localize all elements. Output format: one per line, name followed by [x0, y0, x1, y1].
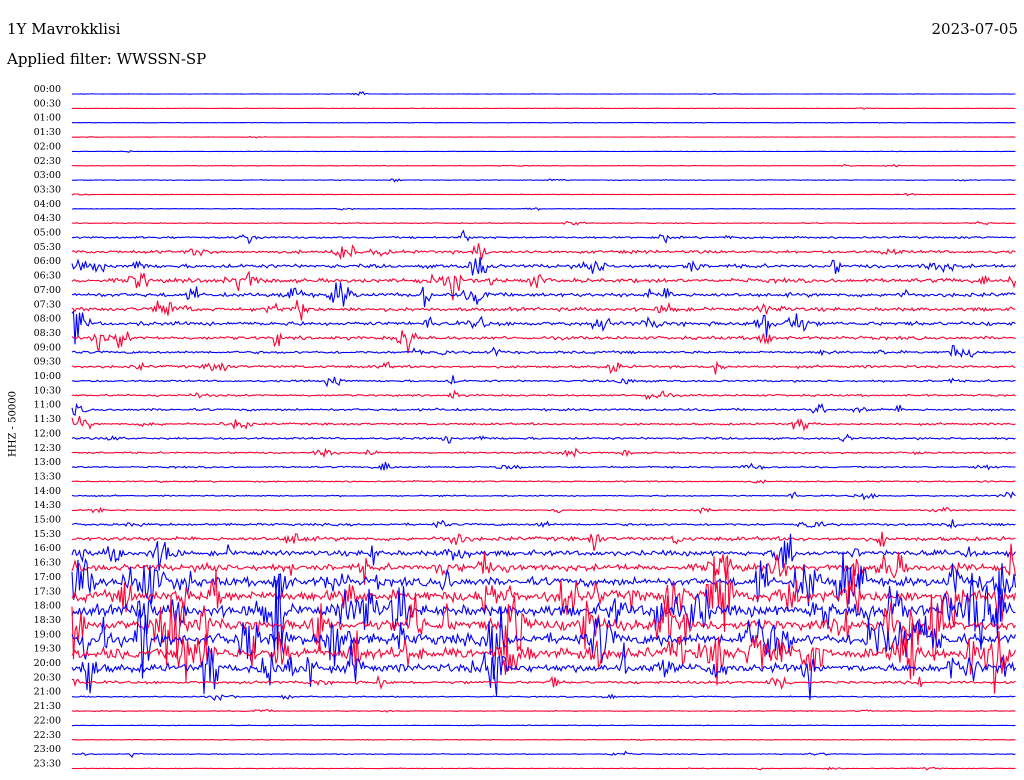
helicorder-plot: 00:00 00:30 01:00 01:30 02:00 02:30 03:00 03:30… [34, 84, 1017, 771]
row-time-label: 18:30 [34, 615, 61, 626]
row-time-label: 17:00 [34, 572, 61, 583]
row-time-label: 07:00 [34, 285, 61, 296]
row-time-label: 10:00 [34, 371, 61, 382]
row-time-label: 00:00 [34, 84, 61, 95]
trace-line [71, 639, 1016, 701]
row-time-label: 02:00 [34, 141, 61, 152]
row-time-label: 04:00 [34, 199, 61, 210]
trace-line [71, 506, 1016, 515]
trace-line [71, 121, 1016, 124]
trace-line [71, 192, 1016, 197]
trace-line [71, 551, 1017, 607]
row-time-label: 12:30 [34, 443, 61, 454]
row-time-label: 10:30 [34, 385, 61, 396]
row-time-label: 12:00 [34, 428, 61, 439]
row-time-label: 08:30 [34, 328, 61, 339]
row-time-label: 09:00 [34, 342, 61, 353]
row-time-label: 22:00 [34, 715, 61, 726]
trace-line [71, 375, 1016, 388]
trace-line [71, 90, 1016, 96]
trace-line [71, 766, 1016, 771]
row-time-label: 01:30 [34, 127, 61, 138]
row-time-label: 05:30 [34, 242, 61, 253]
row-time-label: 08:00 [34, 314, 61, 325]
row-time-label: 03:30 [34, 184, 61, 195]
trace-line [71, 389, 1016, 401]
row-time-label: 19:30 [34, 644, 61, 655]
row-time-label: 23:30 [34, 758, 61, 769]
row-time-label: 17:30 [34, 586, 61, 597]
trace-line [71, 724, 1016, 727]
trace-line [71, 330, 1016, 354]
trace-line [71, 178, 1016, 183]
trace-line [71, 519, 1016, 530]
trace-line [71, 433, 1016, 444]
trace-line [71, 207, 1016, 211]
trace-line [71, 344, 1016, 359]
row-time-label: 14:30 [34, 500, 61, 511]
trace-line [71, 257, 1016, 276]
row-time-label: 18:00 [34, 601, 61, 612]
trace-line [71, 360, 1016, 375]
trace-line [71, 491, 1016, 501]
row-time-label: 16:00 [34, 543, 61, 554]
row-time-label: 05:00 [34, 228, 61, 239]
trace-line [71, 693, 1016, 702]
row-time-label: 11:30 [34, 414, 61, 425]
row-time-label: 21:30 [34, 701, 61, 712]
trace-line [72, 750, 1016, 758]
trace-line [72, 149, 1016, 153]
trace-line [71, 402, 1016, 416]
trace-line [71, 461, 1016, 472]
trace-line [72, 107, 1016, 110]
row-time-label: 04:30 [34, 213, 61, 224]
row-time-label: 14:00 [34, 486, 61, 497]
trace-line [71, 543, 1017, 585]
row-time-label: 21:00 [34, 687, 61, 698]
trace-line [71, 243, 1016, 261]
trace-line [71, 135, 1016, 139]
trace-line [71, 709, 1016, 713]
row-time-label: 09:30 [34, 357, 61, 368]
row-time-label: 15:30 [34, 529, 61, 540]
row-time-label: 06:30 [34, 271, 61, 282]
row-time-label: 19:00 [34, 629, 61, 640]
row-time-label: 13:30 [34, 471, 61, 482]
row-time-label: 13:00 [34, 457, 61, 468]
trace-line [71, 738, 1016, 742]
trace-line [71, 229, 1016, 245]
trace-line [71, 447, 1016, 459]
row-time-label: 06:00 [34, 256, 61, 267]
trace-line [71, 163, 1016, 168]
row-time-label: 20:30 [34, 672, 61, 683]
trace-line [71, 531, 1016, 551]
trace-line [71, 415, 1016, 432]
trace-line [71, 479, 1016, 484]
row-time-label: 22:30 [34, 730, 61, 741]
row-time-label: 23:00 [34, 744, 61, 755]
trace-line [71, 310, 1016, 345]
row-time-label: 07:30 [34, 299, 61, 310]
row-time-label: 11:00 [34, 400, 61, 411]
row-time-label: 15:00 [34, 515, 61, 526]
row-time-label: 01:00 [34, 113, 61, 124]
row-time-label: 02:30 [34, 156, 61, 167]
row-time-label: 00:30 [34, 98, 61, 109]
trace-line [71, 282, 1016, 308]
row-time-label: 20:00 [34, 658, 61, 669]
trace-line [71, 220, 1016, 226]
trace-line [71, 300, 1016, 321]
row-time-label: 16:30 [34, 558, 61, 569]
row-time-label: 03:00 [34, 170, 61, 181]
